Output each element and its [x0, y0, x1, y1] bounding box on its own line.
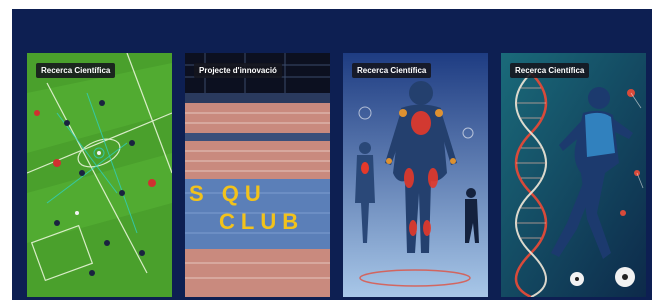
card-badge: Projecte d'innovació	[194, 63, 282, 78]
card-scientific-research-anatomy[interactable]: Recerca Científica	[343, 53, 488, 297]
card-innovation-project-stadium[interactable]: S QU CLUB Projecte d'innovació	[185, 53, 330, 297]
card-scientific-research-player[interactable]: Recerca Científica	[501, 53, 646, 297]
football-tactics-field-image	[27, 53, 172, 297]
card-scientific-research-tactics[interactable]: Recerca Científica	[27, 53, 172, 297]
stadium-text-row2: CLUB	[219, 209, 305, 234]
anatomy-muscle-figures-image	[343, 53, 488, 297]
card-badge: Recerca Científica	[36, 63, 116, 78]
card-badge: Recerca Científica	[352, 63, 432, 78]
card-badge: Recerca Científica	[510, 63, 590, 78]
stadium-text-row1: S QU	[189, 181, 267, 206]
content-panel: Recerca Científica S QU CLUB Projecte d'…	[12, 9, 652, 300]
stadium-seats-image	[185, 53, 330, 297]
player-dna-helix-image	[501, 53, 646, 297]
